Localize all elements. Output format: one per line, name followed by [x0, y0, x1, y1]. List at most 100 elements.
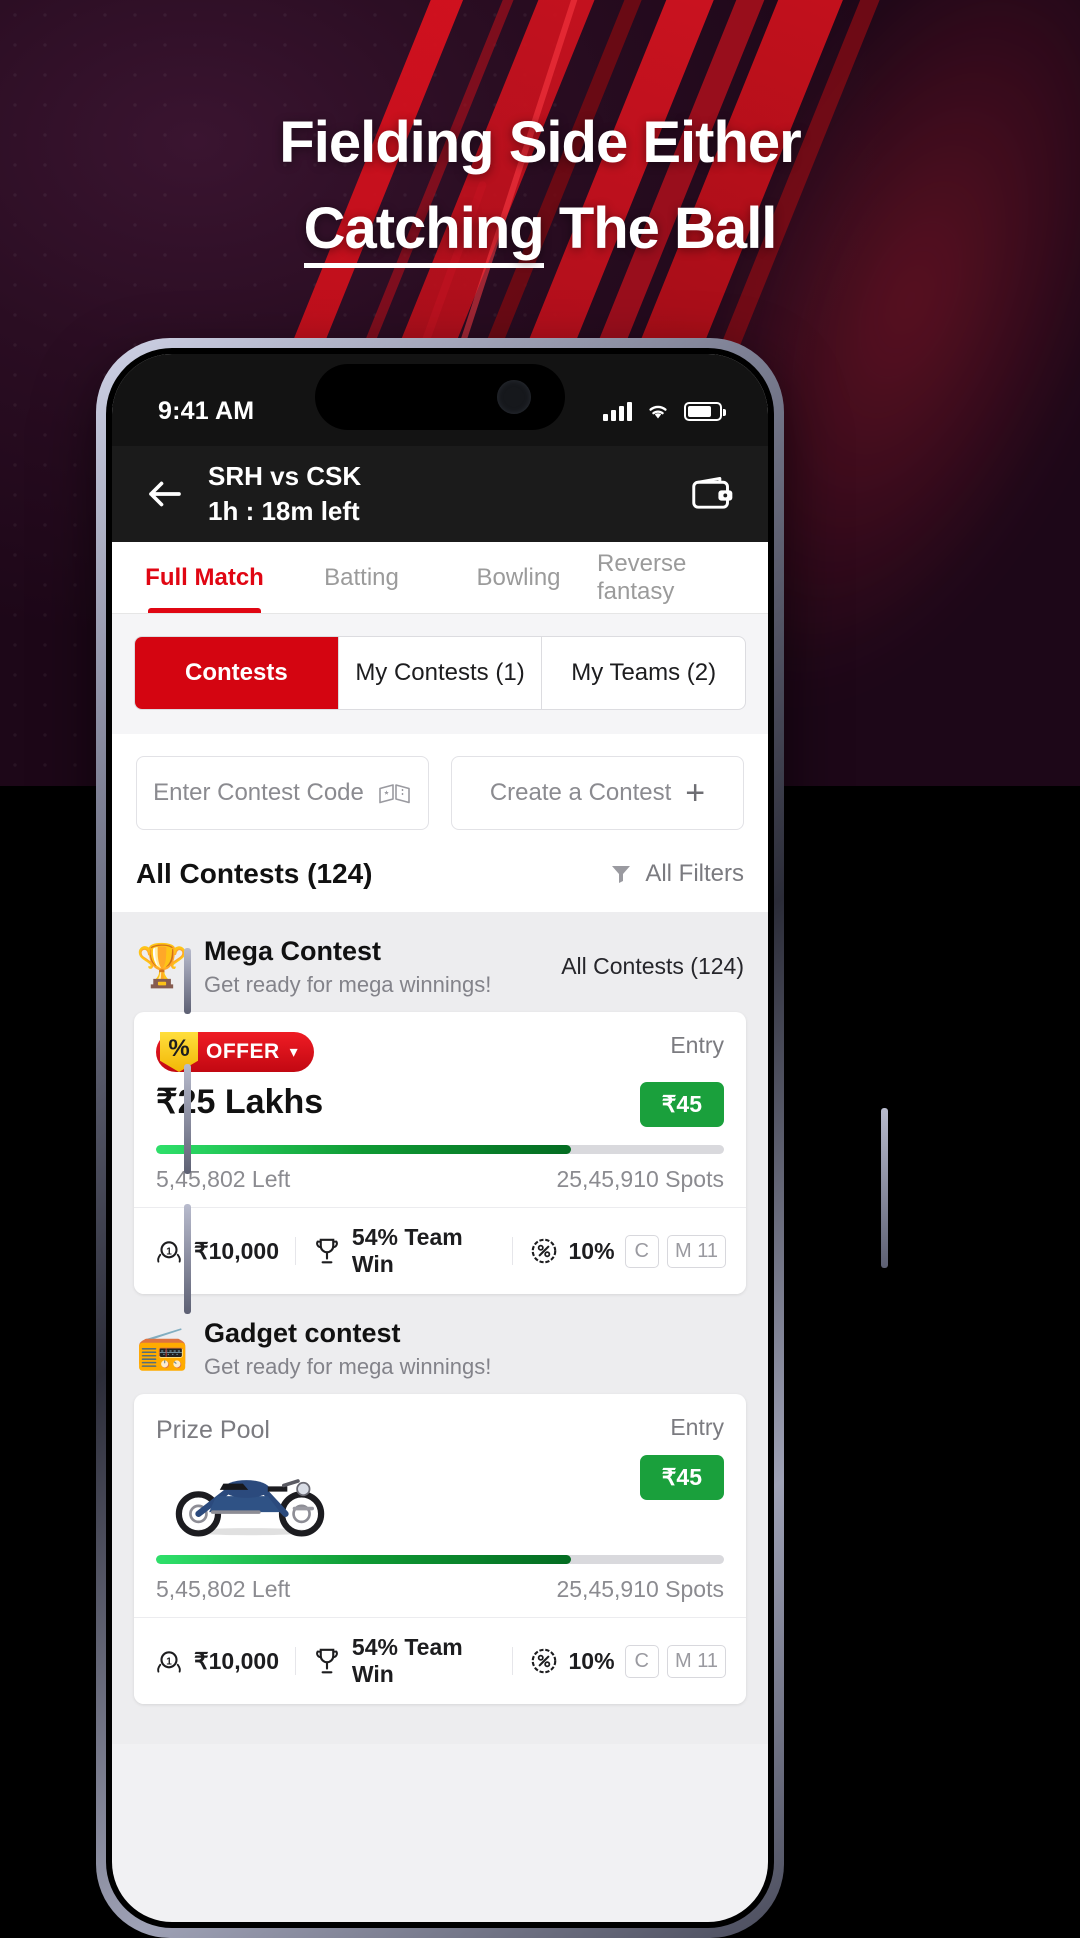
- offer-badge[interactable]: % OFFER ▾: [156, 1032, 314, 1072]
- trophy-cup-icon: [316, 1238, 338, 1264]
- funnel-icon: [612, 866, 631, 883]
- medal-icon: 1: [157, 1241, 181, 1263]
- section-title: Gadget contest: [204, 1318, 401, 1348]
- stat-first-prize: 1 ₹10,000: [154, 1236, 279, 1266]
- back-arrow-icon[interactable]: [144, 473, 186, 515]
- tab-full-match[interactable]: Full Match: [126, 542, 283, 613]
- entry-fee-button[interactable]: ₹45: [639, 1455, 724, 1500]
- svg-text:1: 1: [166, 1246, 172, 1257]
- ticket-icon: [379, 784, 410, 804]
- tag-m-11: M 11: [667, 1234, 726, 1268]
- contest-tags: C M 11: [624, 1234, 726, 1268]
- match-countdown: 1h : 18m left: [208, 496, 360, 526]
- section-subtitle: Get ready for mega winnings!: [204, 1354, 492, 1379]
- stat-first-prize: 1 ₹10,000: [154, 1646, 279, 1676]
- tab-label: Bowling: [476, 563, 561, 591]
- contest-card-body: Prize Pool Entry ₹45 5,45,802 Left 25,45…: [134, 1394, 746, 1617]
- contest-tags: C M 11: [624, 1644, 726, 1678]
- phone-mockup: 9:41 AM SRH vs CSK 1h: 18m left Full Ma…: [96, 338, 888, 1938]
- medal-icon: 1: [157, 1651, 181, 1673]
- motorcycle-image: [175, 1479, 325, 1537]
- status-time: 9:41 AM: [158, 396, 255, 425]
- tab-batting[interactable]: Batting: [283, 542, 440, 613]
- enter-contest-code-label: Enter Contest Code: [153, 779, 364, 806]
- tab-label: Batting: [324, 563, 399, 591]
- headline-line-1: Fielding Side Either: [279, 110, 801, 175]
- section-text: Mega Contest Get ready for mega winnings…: [204, 934, 545, 998]
- create-contest-button[interactable]: Create a Contest +: [451, 756, 744, 830]
- tag-m-11: M 11: [667, 1644, 726, 1678]
- all-filters-label: All Filters: [645, 860, 744, 887]
- contest-card-footer: 1 ₹10,000 54% Team Win 10% C M 11: [134, 1617, 746, 1704]
- tag-m: M: [675, 1239, 692, 1262]
- notch: [315, 364, 565, 430]
- spots-left: 5,45,802 Left: [156, 1166, 291, 1192]
- contest-card-mega[interactable]: % OFFER ▾ Entry ₹25 Lakhs ₹45 5,45,802 L…: [134, 1012, 746, 1294]
- headline-line-2-rest: The Ball: [543, 196, 778, 261]
- phone-bezel: 9:41 AM SRH vs CSK 1h: 18m left Full Ma…: [106, 348, 774, 1928]
- segment-my-teams[interactable]: My Teams (2): [542, 637, 745, 709]
- match-tabs: Full Match Batting Bowling Reverse fanta…: [112, 542, 768, 614]
- front-camera-icon: [497, 380, 531, 414]
- all-filters-button[interactable]: All Filters: [609, 860, 744, 888]
- power-button[interactable]: [881, 1108, 888, 1268]
- headline-underlined-word: Catching: [303, 196, 545, 268]
- svg-text:1: 1: [166, 1656, 172, 1667]
- create-contest-label: Create a Contest: [489, 779, 672, 806]
- volume-down-button[interactable]: [184, 1204, 191, 1314]
- wallet-icon[interactable]: [692, 476, 736, 512]
- prize-amount: ₹25 Lakhs: [156, 1083, 324, 1121]
- contest-card-top: % OFFER ▾ Entry: [156, 1032, 724, 1072]
- progress-fill: [156, 1145, 571, 1154]
- tab-reverse-fantasy[interactable]: Reverse fantasy: [597, 542, 754, 613]
- entry-label: Entry: [670, 1414, 724, 1440]
- match-info: SRH vs CSK 1h : 18m left: [208, 461, 670, 527]
- contest-list: 🏆 Mega Contest Get ready for mega winnin…: [112, 912, 768, 1744]
- segmented-control-wrapper: Contests My Contests (1) My Teams (2): [112, 614, 768, 734]
- divider: [511, 1237, 513, 1265]
- tag-c: C: [624, 1644, 659, 1678]
- stat-value: ₹10,000: [194, 1237, 279, 1264]
- enter-contest-code-input[interactable]: Enter Contest Code: [136, 756, 429, 830]
- spots-progress: 5,45,802 Left 25,45,910 Spots: [156, 1145, 724, 1193]
- tab-bowling[interactable]: Bowling: [440, 542, 597, 613]
- section-text: Gadget contest Get ready for mega winnin…: [204, 1316, 728, 1380]
- mute-switch[interactable]: [184, 948, 191, 1014]
- segment-my-contests[interactable]: My Contests (1): [339, 637, 543, 709]
- section-title: Mega Contest: [204, 936, 382, 966]
- spots-left: 5,45,802 Left: [156, 1576, 291, 1602]
- tab-label: Reverse fantasy: [597, 549, 687, 605]
- trophy-cup-icon: [316, 1648, 338, 1674]
- contest-card-prize-row: ₹45: [156, 1445, 724, 1537]
- tag-11: 11: [697, 1239, 718, 1262]
- segmented-control: Contests My Contests (1) My Teams (2): [134, 636, 746, 710]
- stat-value: 10%: [568, 1647, 615, 1674]
- entry-fee-button[interactable]: ₹45: [639, 1082, 724, 1127]
- battery-icon: [684, 401, 726, 421]
- percent-badge-icon: [531, 1648, 556, 1674]
- spots-legend: 5,45,802 Left 25,45,910 Spots: [156, 1166, 724, 1193]
- volume-up-button[interactable]: [184, 1064, 191, 1174]
- chevron-down-icon: ▾: [289, 1044, 298, 1061]
- spots-progress: 5,45,802 Left 25,45,910 Spots: [156, 1555, 724, 1603]
- segment-contests[interactable]: Contests: [135, 637, 339, 709]
- all-contests-title: All Contests (124): [136, 858, 373, 889]
- stat-value: 54% Team Win: [351, 1634, 463, 1687]
- entry-label: Entry: [670, 1032, 724, 1058]
- match-title: SRH vs CSK: [208, 461, 362, 491]
- total-spots: 25,45,910 Spots: [556, 1576, 724, 1602]
- section-link[interactable]: All Contests (124): [561, 953, 744, 980]
- phone-screen: 9:41 AM SRH vs CSK 1h: 18m left Full Ma…: [112, 354, 768, 1922]
- contest-card-gadget[interactable]: Prize Pool Entry ₹45 5,45,802 Left 25,45…: [134, 1394, 746, 1704]
- gadget-icon: 📻: [136, 1324, 189, 1371]
- all-contests-row: All Contests (124) All Filters: [112, 848, 768, 912]
- tag-m: M: [675, 1649, 692, 1672]
- tab-label: Full Match: [145, 563, 264, 591]
- percent-badge-icon: [531, 1238, 556, 1264]
- headline-line-2: Catching The Ball: [0, 186, 1080, 272]
- spots-legend: 5,45,802 Left 25,45,910 Spots: [156, 1576, 724, 1603]
- tag-c: C: [624, 1234, 659, 1268]
- prize-pool-label: Prize Pool: [156, 1416, 270, 1444]
- tag-11: 11: [697, 1649, 718, 1672]
- total-spots: 25,45,910 Spots: [556, 1166, 724, 1192]
